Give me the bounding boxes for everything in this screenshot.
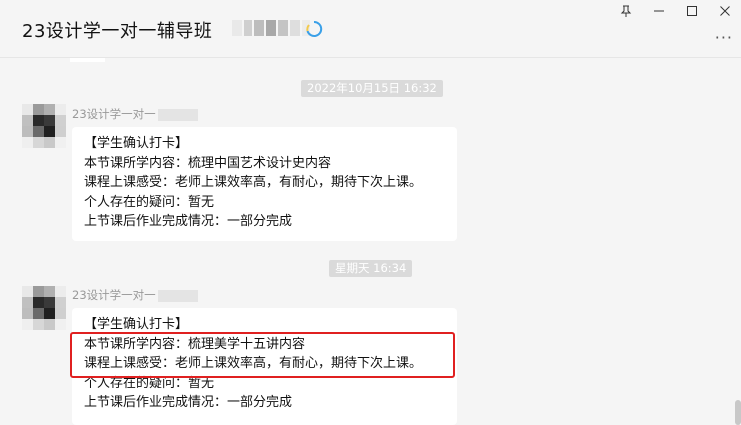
message-line: 课程上课感受：老师上课效率高，有耐心，期待下次上课。 [84,175,423,190]
window-controls [609,0,741,22]
close-icon[interactable] [708,0,741,22]
previous-message-edge [70,58,105,62]
minimize-icon[interactable] [642,0,675,22]
message-timestamp: 星期天 16:34 [329,260,413,277]
sender-label: 23设计学一对一 [72,288,156,302]
message-timestamp: 2022年10月15日 16:32 [301,80,443,97]
sender-label: 23设计学一对一 [72,107,156,121]
title-redacted [232,20,312,38]
message-line: 【学生确认打卡】 [84,136,189,151]
highlight-annotation [70,332,455,378]
sender-redacted [157,108,198,121]
sender-name: 23设计学一对一 [72,287,198,303]
message-line: 上节课后作业完成情况：一部分完成 [84,214,293,229]
more-options-icon[interactable]: ··· [715,28,733,47]
message-line: 个人存在的疑问：暂无 [84,194,215,210]
message-bubble[interactable]: 【学生确认打卡】 本节课所学内容：梳理中国艺术设计史内容 课程上课感受：老师上课… [72,127,457,241]
avatar[interactable] [22,286,66,330]
loading-icon [305,20,323,42]
chat-title[interactable]: 23设计学一对一辅导班 [22,17,212,43]
message-line: 上节课后作业完成情况：一部分完成 [84,395,293,410]
avatar[interactable] [22,104,66,148]
maximize-icon[interactable] [675,0,708,22]
message-line: 本节课所学内容：梳理中国艺术设计史内容 [84,155,332,171]
scrollbar[interactable] [735,400,741,425]
pin-icon[interactable] [609,0,642,22]
sender-redacted [157,289,198,302]
sender-name: 23设计学一对一 [72,106,198,122]
